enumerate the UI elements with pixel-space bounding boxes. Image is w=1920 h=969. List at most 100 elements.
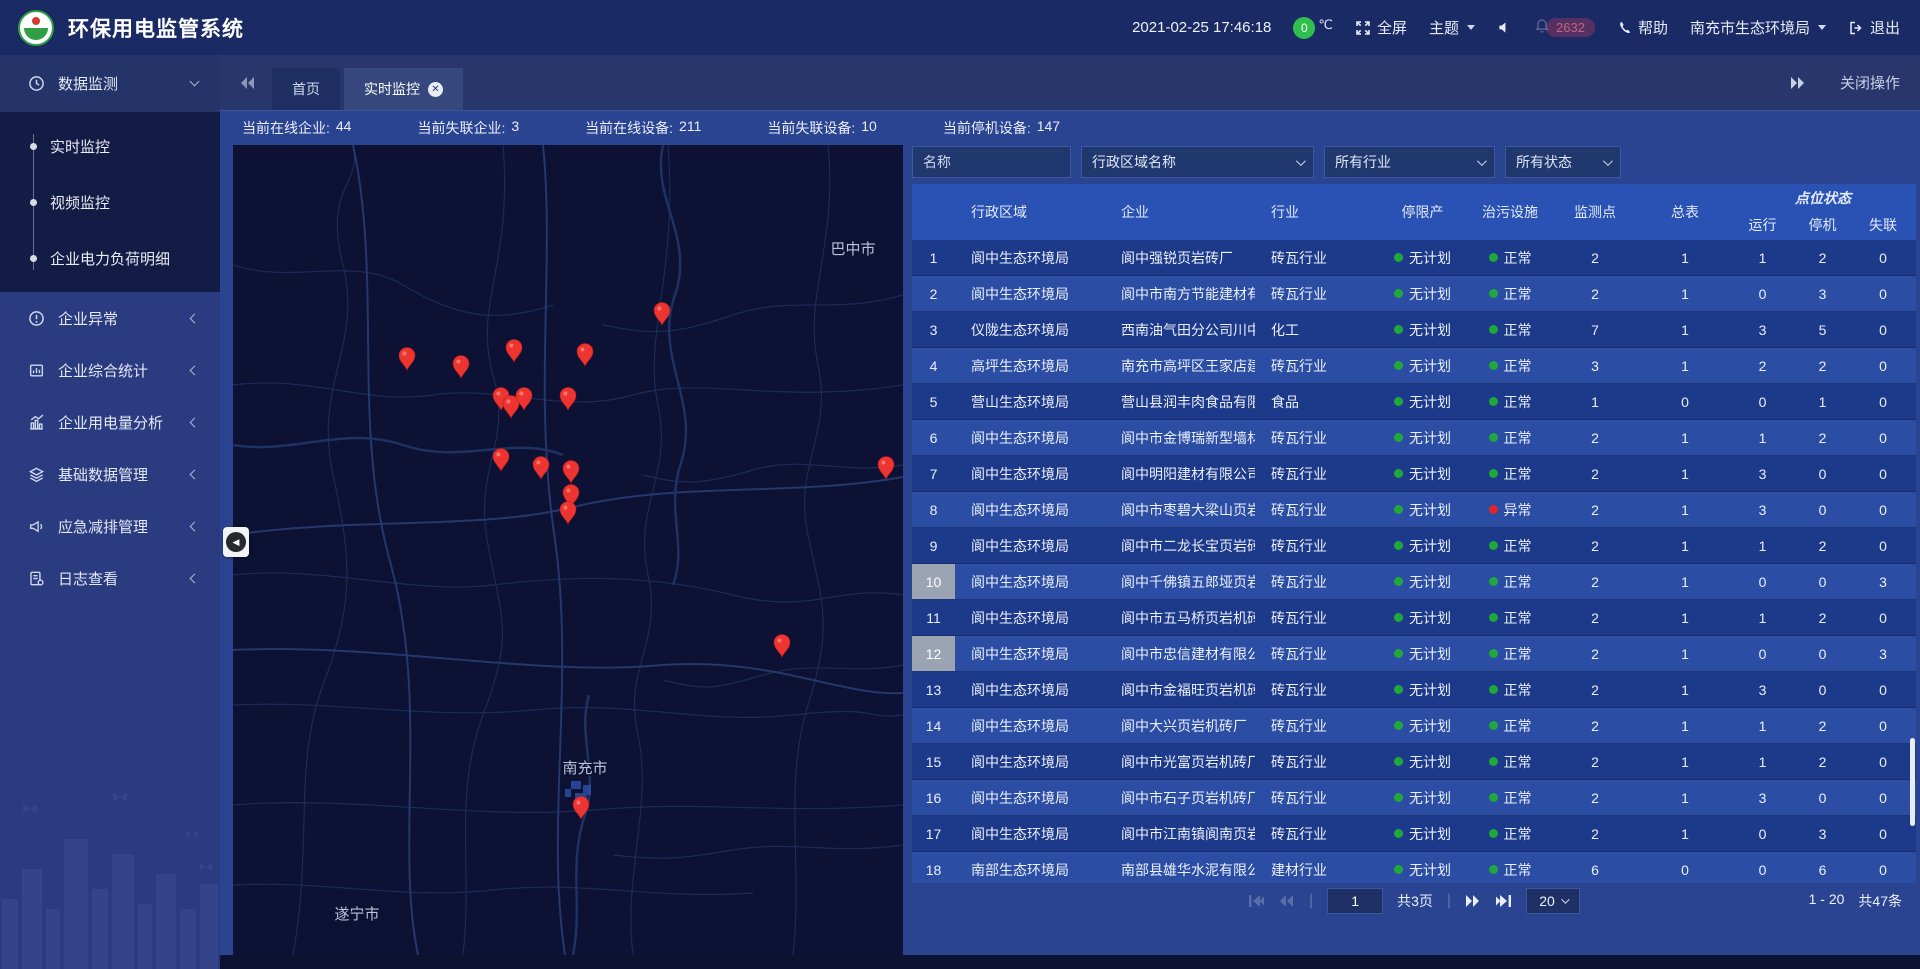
table-row[interactable]: 12 阆中生态环境局 阆中市忠信建材有限公 砖瓦行业 无计划 正常 2 1 0 …	[912, 636, 1916, 672]
table-row[interactable]: 8 阆中生态环境局 阆中市枣碧大梁山页岩 砖瓦行业 无计划 异常 2 1 3 0…	[912, 492, 1916, 528]
table-scrollbar-thumb[interactable]	[1910, 738, 1915, 826]
sidebar-item-6[interactable]: 日志查看	[0, 552, 220, 604]
bell-icon	[1534, 18, 1550, 37]
sidebar-item-3[interactable]: 企业用电量分析	[0, 396, 220, 448]
table-row[interactable]: 11 阆中生态环境局 阆中市五马桥页岩机砖 砖瓦行业 无计划 正常 2 1 1 …	[912, 600, 1916, 636]
sidebar-subitem-2[interactable]: 企业电力负荷明细	[0, 230, 220, 286]
fullscreen-button[interactable]: 全屏	[1355, 17, 1407, 38]
next-page-button[interactable]	[1465, 894, 1481, 908]
fullscreen-label: 全屏	[1377, 17, 1407, 38]
status-dot-icon	[1489, 469, 1498, 478]
table-row[interactable]: 10 阆中生态环境局 阆中千佛镇五郎垭页岩 砖瓦行业 无计划 正常 2 1 0 …	[912, 564, 1916, 600]
map-rivers	[233, 145, 686, 955]
table-row[interactable]: 18 南部生态环境局 南部县雄华水泥有限公 建材行业 无计划 正常 6 0 0 …	[912, 852, 1916, 883]
row-limit-cell: 无计划	[1375, 420, 1470, 455]
map-pin-13[interactable]	[560, 502, 576, 525]
status-dot-icon	[1489, 721, 1498, 730]
table-row[interactable]: 6 阆中生态环境局 阆中市金博瑞新型墙材 砖瓦行业 无计划 正常 2 1 1 2…	[912, 420, 1916, 456]
row-lost-cell: 0	[1850, 420, 1916, 455]
sidebar-item-2[interactable]: 企业综合统计	[0, 344, 220, 396]
row-run-cell: 1	[1730, 744, 1795, 779]
map-pin-8[interactable]	[560, 388, 576, 411]
page-size-select[interactable]: 20	[1526, 888, 1580, 914]
mute-button[interactable]	[1497, 20, 1512, 35]
table-row[interactable]: 4 高坪生态环境局 南充市高坪区王家店建 砖瓦行业 无计划 正常 3 1 2 2…	[912, 348, 1916, 384]
sidebar-collapse-button[interactable]: ◀	[223, 527, 249, 557]
row-industry-cell: 砖瓦行业	[1255, 780, 1375, 815]
row-region-cell: 阆中生态环境局	[955, 492, 1105, 527]
table-row[interactable]: 15 阆中生态环境局 阆中市光富页岩机砖厂 砖瓦行业 无计划 正常 2 1 1 …	[912, 744, 1916, 780]
map-pin-10[interactable]	[533, 457, 549, 480]
map-pin-1[interactable]	[399, 348, 415, 371]
prev-page-button[interactable]	[1279, 894, 1295, 908]
row-limit-cell: 无计划	[1375, 780, 1470, 815]
stat-label: 当前在线企业:	[242, 118, 330, 138]
row-run-cell: 0	[1730, 852, 1795, 883]
table-row[interactable]: 3 仪陇生态环境局 西南油气田分公司川中 化工 无计划 正常 7 1 3 5 0	[912, 312, 1916, 348]
temperature-indicator: 0 ℃	[1293, 17, 1333, 39]
notifications-badge[interactable]: 2632	[1534, 18, 1595, 37]
map-pin-16[interactable]	[573, 797, 589, 820]
sidebar-subitem-0[interactable]: 实时监控	[0, 118, 220, 174]
sidebar-item-4[interactable]: 基础数据管理	[0, 448, 220, 500]
sidebar-subitem-1[interactable]: 视频监控	[0, 174, 220, 230]
tab-close-icon[interactable]: ✕	[428, 82, 443, 97]
map-panel[interactable]: 巴中市南充市遂宁市 ◀	[233, 145, 903, 955]
map-pin-14[interactable]	[878, 457, 894, 480]
logout-button[interactable]: 退出	[1848, 17, 1900, 38]
tab-1[interactable]: 实时监控✕	[344, 68, 463, 110]
total-count-label: 共47条	[1858, 891, 1902, 911]
name-filter-input[interactable]	[912, 146, 1071, 178]
status-dot-icon	[1394, 829, 1403, 838]
layers-icon	[27, 465, 45, 483]
map-pin-0[interactable]	[654, 303, 670, 326]
map-pin-4[interactable]	[577, 344, 593, 367]
chevron-down-icon	[1467, 25, 1475, 30]
map-pin-11[interactable]	[563, 461, 579, 484]
table-row[interactable]: 13 阆中生态环境局 阆中市金福旺页岩机砖 砖瓦行业 无计划 正常 2 1 3 …	[912, 672, 1916, 708]
first-page-button[interactable]	[1248, 894, 1265, 908]
map-pin-2[interactable]	[453, 356, 469, 379]
last-page-button[interactable]	[1495, 894, 1512, 908]
row-region-cell: 仪陇生态环境局	[955, 312, 1105, 347]
region-filter-select[interactable]: 行政区域名称	[1081, 146, 1314, 178]
row-points-cell: 2	[1550, 528, 1640, 563]
tab-0[interactable]: 首页	[272, 68, 340, 110]
sidebar-item-label: 企业综合统计	[58, 360, 148, 381]
fullscreen-icon	[1355, 20, 1371, 36]
table-row[interactable]: 1 阆中生态环境局 阆中强锐页岩砖厂 砖瓦行业 无计划 正常 2 1 1 2 0	[912, 240, 1916, 276]
sidebar-item-5[interactable]: 应急减排管理	[0, 500, 220, 552]
table-row[interactable]: 17 阆中生态环境局 阆中市江南镇阆南页岩 砖瓦行业 无计划 正常 2 1 0 …	[912, 816, 1916, 852]
tabs-scroll-left-button[interactable]	[240, 76, 256, 90]
row-industry-cell: 砖瓦行业	[1255, 564, 1375, 599]
table-row[interactable]: 5 营山生态环境局 营山县润丰肉食品有限 食品 无计划 正常 1 0 0 1 0	[912, 384, 1916, 420]
status-filter-select[interactable]: 所有状态	[1505, 146, 1621, 178]
region-filter-label: 行政区域名称	[1092, 152, 1176, 172]
stat-item-4: 当前停机设备:147	[943, 118, 1060, 138]
help-button[interactable]: 帮助	[1617, 17, 1668, 38]
tabs-scroll-right-button[interactable]	[1790, 76, 1806, 90]
row-lost-cell: 0	[1850, 600, 1916, 635]
sidebar-item-1[interactable]: 企业异常	[0, 292, 220, 344]
close-operations-button[interactable]: 关闭操作	[1840, 72, 1900, 93]
theme-dropdown[interactable]: 主题	[1429, 17, 1475, 38]
industry-filter-select[interactable]: 所有行业	[1324, 146, 1495, 178]
temperature-badge: 0	[1293, 17, 1315, 39]
table-row[interactable]: 16 阆中生态环境局 阆中市石子页岩机砖厂 砖瓦行业 无计划 正常 2 1 3 …	[912, 780, 1916, 816]
map-pin-15[interactable]	[774, 635, 790, 658]
sidebar-subitem-label: 企业电力负荷明细	[50, 248, 170, 269]
org-dropdown[interactable]: 南充市生态环境局	[1690, 17, 1826, 38]
table-row[interactable]: 14 阆中生态环境局 阆中大兴页岩机砖厂 砖瓦行业 无计划 正常 2 1 1 2…	[912, 708, 1916, 744]
row-stop-cell: 0	[1795, 672, 1850, 707]
sidebar-item-0[interactable]: 数据监测	[0, 55, 220, 112]
row-lost-cell: 0	[1850, 384, 1916, 419]
page-number-input[interactable]	[1327, 888, 1383, 914]
table-row[interactable]: 7 阆中生态环境局 阆中明阳建材有限公司 砖瓦行业 无计划 正常 2 1 3 0…	[912, 456, 1916, 492]
map-pin-9[interactable]	[493, 449, 509, 472]
table-row[interactable]: 2 阆中生态环境局 阆中市南方节能建材有 砖瓦行业 无计划 正常 2 1 0 3…	[912, 276, 1916, 312]
table-row[interactable]: 9 阆中生态环境局 阆中市二龙长宝页岩砖 砖瓦行业 无计划 正常 2 1 1 2…	[912, 528, 1916, 564]
map-pin-3[interactable]	[506, 340, 522, 363]
col-header-region: 行政区域	[955, 184, 1105, 240]
col-header-industry: 行业	[1255, 184, 1375, 240]
row-industry-cell: 建材行业	[1255, 852, 1375, 883]
